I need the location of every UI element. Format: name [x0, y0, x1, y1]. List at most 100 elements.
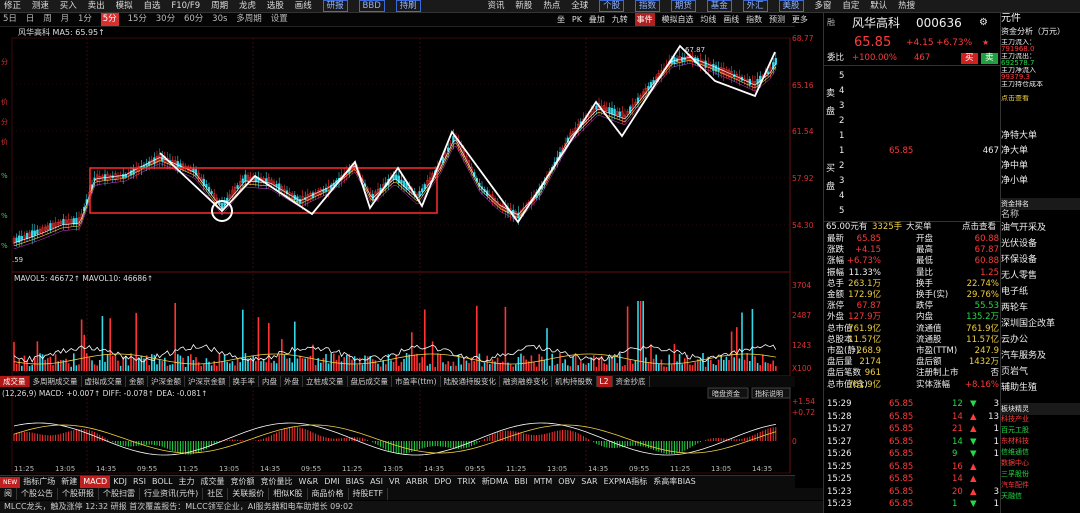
- toolbar-item[interactable]: 画线: [295, 0, 312, 12]
- ind-tab[interactable]: 立桩成交量: [303, 376, 348, 387]
- buy-button[interactable]: 买: [961, 53, 978, 64]
- ind-tab[interactable]: 沪深京金额: [185, 376, 230, 387]
- ind-tab[interactable]: 换手率: [230, 376, 259, 387]
- ind-tab[interactable]: 指标广场: [20, 476, 58, 488]
- sector-genie-item[interactable]: 信维通信: [1001, 447, 1080, 458]
- dark-pool-button[interactable]: 暗盘资金: [712, 389, 740, 398]
- toolbar-item[interactable]: 自选: [143, 0, 160, 12]
- fund-flow-item[interactable]: 点击查看: [1001, 95, 1080, 109]
- rank-item[interactable]: 汽车服务及: [1001, 350, 1080, 362]
- toolbar-item[interactable]: F10/F9: [171, 0, 200, 12]
- ind-tab[interactable]: 新DMA: [479, 476, 512, 488]
- period-5min[interactable]: 5分: [100, 13, 119, 26]
- info-tab[interactable]: 持股ETF: [349, 488, 389, 500]
- ind-tab[interactable]: 沪深金额: [148, 376, 185, 387]
- toolbar-tab[interactable]: 基金: [706, 0, 732, 12]
- sector-header[interactable]: 元件: [1001, 13, 1080, 25]
- info-tab[interactable]: 行业资讯(元件): [140, 488, 204, 500]
- toolbar-tab[interactable]: 指数: [634, 0, 660, 12]
- info-tab[interactable]: 相似K股: [269, 488, 308, 500]
- ind-tab[interactable]: SAR: [578, 476, 600, 488]
- ind-tab[interactable]: 成交量: [0, 376, 30, 387]
- period-week[interactable]: 周: [43, 13, 52, 26]
- toolbar-tab[interactable]: 外汇: [742, 0, 768, 12]
- period-settings[interactable]: 设置: [271, 13, 288, 26]
- ind-tab[interactable]: 多周期成交量: [30, 376, 82, 387]
- ind-tab-macd[interactable]: MACD: [80, 476, 111, 488]
- star-icon[interactable]: ★: [982, 35, 989, 51]
- toolbar-item[interactable]: 模拟: [116, 0, 133, 12]
- toolbar-research-button[interactable]: 研报: [322, 0, 348, 12]
- ind-tab[interactable]: 竞价量比: [258, 476, 296, 488]
- ind-tab[interactable]: ARBR: [403, 476, 431, 488]
- sector-genie-item[interactable]: 百元工股: [1001, 425, 1080, 436]
- period-multi[interactable]: 多周期: [236, 13, 262, 26]
- ind-tab[interactable]: 金额: [126, 376, 148, 387]
- indicator-help-button[interactable]: 指标说明: [755, 389, 783, 398]
- ind-tab[interactable]: 陆股通持股变化: [441, 376, 501, 387]
- period-1min[interactable]: 1分: [78, 13, 92, 26]
- order-book-row[interactable]: 1 65.85 467: [824, 146, 1001, 157]
- ind-tab[interactable]: ASI: [367, 476, 386, 488]
- chart-tool[interactable]: 预测: [769, 13, 785, 26]
- period-30min[interactable]: 30分: [156, 13, 175, 26]
- ind-tab[interactable]: BOLL: [149, 476, 176, 488]
- ind-tab[interactable]: KDJ: [110, 476, 130, 488]
- order-book-row[interactable]: 2: [824, 116, 1001, 127]
- ind-tab[interactable]: 内盘: [259, 376, 281, 387]
- sector-genie-item[interactable]: 汽车配件: [1001, 480, 1080, 491]
- toolbar-item[interactable]: 全球: [571, 0, 588, 12]
- chart-tool[interactable]: 坐: [557, 13, 565, 26]
- ind-tab[interactable]: 新建: [58, 476, 80, 488]
- info-tab[interactable]: 个股公告: [17, 488, 58, 500]
- rank-item[interactable]: 两轮车: [1001, 302, 1080, 314]
- toolbar-item[interactable]: 买入: [60, 0, 77, 12]
- chart-tool-event[interactable]: 事件: [634, 13, 655, 26]
- toolbar-tab[interactable]: 个股: [599, 0, 625, 12]
- chart-tool[interactable]: 模拟自选: [661, 13, 693, 26]
- toolbar-item[interactable]: 周期: [211, 0, 228, 12]
- info-tab[interactable]: 个股扫雷: [99, 488, 140, 500]
- toolbar-item[interactable]: 修正: [4, 0, 21, 12]
- rank-item[interactable]: 深圳国企改革: [1001, 318, 1080, 330]
- rank-item[interactable]: 电子纸: [1001, 286, 1080, 298]
- rank-item[interactable]: 无人零售: [1001, 270, 1080, 282]
- sector-genie-item[interactable]: 东材科技: [1001, 436, 1080, 447]
- rank-item[interactable]: 光伏设备: [1001, 238, 1080, 250]
- chart-tool[interactable]: 均线: [700, 13, 716, 26]
- ind-tab-l2[interactable]: L2: [596, 376, 613, 387]
- chart-tool[interactable]: 九转: [612, 13, 628, 26]
- period-month[interactable]: 月: [61, 13, 70, 26]
- rank-item[interactable]: 油气开采及: [1001, 222, 1080, 234]
- ind-tab[interactable]: 主力: [176, 476, 198, 488]
- chart-tool[interactable]: PK: [572, 13, 582, 26]
- order-book-row[interactable]: 5: [824, 71, 1001, 82]
- rank-item[interactable]: 辅助生殖: [1001, 382, 1080, 394]
- rank-item[interactable]: 环保设备: [1001, 254, 1080, 266]
- toolbar-item[interactable]: 资讯: [488, 0, 505, 12]
- toolbar-item[interactable]: 热点: [543, 0, 560, 12]
- toolbar-bbd-button[interactable]: BBD: [358, 0, 385, 12]
- order-book-row[interactable]: 5: [824, 206, 1001, 217]
- ind-tab[interactable]: 虚拟成交量: [82, 376, 126, 387]
- ind-tab[interactable]: TRIX: [454, 476, 478, 488]
- toolbar-item[interactable]: 热搜: [898, 0, 915, 12]
- info-tab[interactable]: 社区: [203, 488, 229, 500]
- toolbar-item[interactable]: 卖出: [88, 0, 105, 12]
- info-tab[interactable]: 个股研报: [58, 488, 99, 500]
- ind-tab[interactable]: EXPMA指标: [601, 476, 651, 488]
- period-5day[interactable]: 5日: [3, 13, 17, 26]
- sell-button[interactable]: 卖: [981, 53, 998, 64]
- news-text[interactable]: MLCC龙头，触及涨停 12:32 研报 首次覆盖报告：MLCC领军企业，AI服…: [4, 502, 353, 511]
- toolbar-item[interactable]: 龙虎: [239, 0, 256, 12]
- sector-genie-item[interactable]: 数据中心: [1001, 458, 1080, 469]
- order-book-row[interactable]: 3: [824, 101, 1001, 112]
- ind-tab[interactable]: 竞价额: [228, 476, 258, 488]
- rank-item[interactable]: 云办公: [1001, 334, 1080, 346]
- sector-genie-item[interactable]: 三孚股份: [1001, 469, 1080, 480]
- ind-tab[interactable]: VR: [386, 476, 403, 488]
- ind-tab[interactable]: DPO: [431, 476, 454, 488]
- chart-tool[interactable]: 指数: [746, 13, 762, 26]
- ind-tab[interactable]: BIAS: [343, 476, 367, 488]
- order-book-row[interactable]: 4: [824, 191, 1001, 202]
